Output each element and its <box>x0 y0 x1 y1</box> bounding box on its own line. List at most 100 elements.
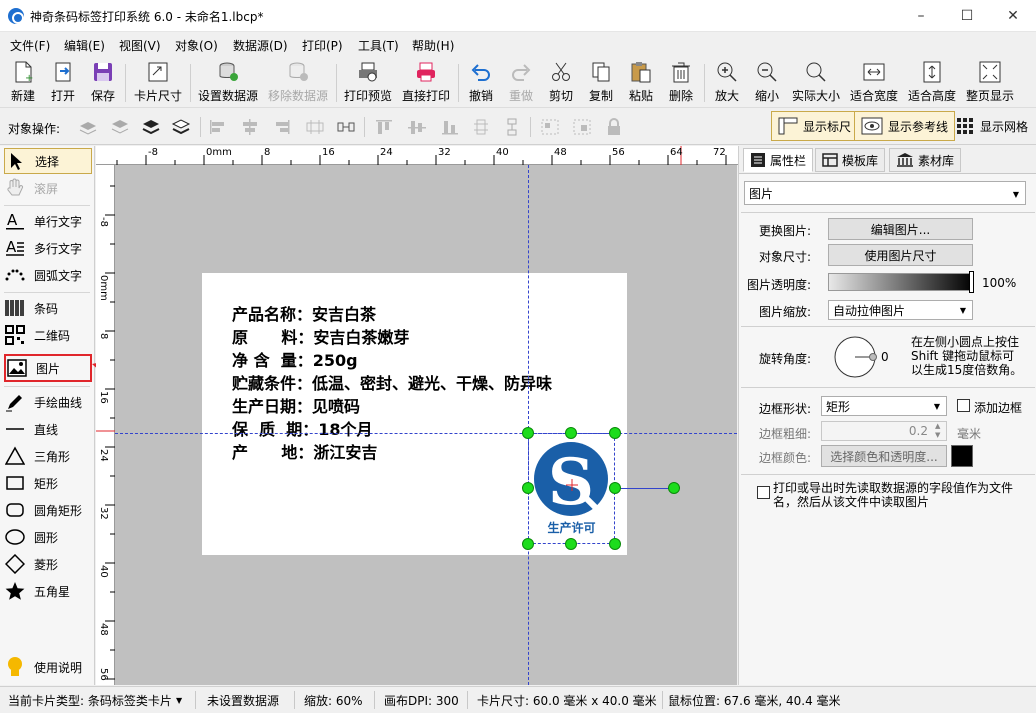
bring-to-front-icon[interactable] <box>141 118 161 136</box>
object-type-select[interactable]: 图片 ▼ <box>744 181 1026 205</box>
menu-file[interactable]: 文件(F) <box>10 37 50 54</box>
tool-line[interactable]: 直线 <box>4 416 92 442</box>
resize-handle-se[interactable] <box>609 538 621 550</box>
tool-triangle[interactable]: 三角形 <box>4 443 92 469</box>
set-datasource-button[interactable]: 设置数据源 <box>196 60 260 106</box>
maximize-button[interactable]: ☐ <box>944 0 990 32</box>
tool-star[interactable]: 五角星 <box>4 578 92 604</box>
send-to-back-icon[interactable] <box>171 118 191 136</box>
group-icon[interactable] <box>540 118 560 136</box>
bring-forward-icon[interactable] <box>78 118 98 136</box>
direct-print-button[interactable]: 直接打印 <box>400 60 452 106</box>
label-text-line[interactable]: 保 质 期：18个月 <box>232 416 373 440</box>
distribute-horizontal-icon[interactable] <box>305 118 325 136</box>
card-type-dropdown-icon[interactable]: ▼ <box>176 696 182 705</box>
align-bottom-icon[interactable] <box>440 118 460 136</box>
paste-button[interactable]: 粘贴 <box>626 60 656 106</box>
label-text-line[interactable]: 原 料：安吉白茶嫩芽 <box>232 324 409 348</box>
align-middle-icon[interactable] <box>407 118 427 136</box>
spinner-arrows-icon[interactable]: ▲ ▼ <box>935 422 940 440</box>
zoom-in-button[interactable]: 放大 <box>712 60 742 106</box>
fit-page-button[interactable]: 整页显示 <box>964 60 1016 106</box>
distribute-vertical-icon[interactable] <box>472 118 492 136</box>
label-text-line[interactable]: 净 含 量：250g <box>232 347 358 371</box>
align-center-icon[interactable] <box>240 118 260 136</box>
label-text-line[interactable]: 产 地：浙江安吉 <box>232 439 377 463</box>
menu-edit[interactable]: 编辑(E) <box>64 37 105 54</box>
resize-handle-e[interactable] <box>609 482 621 494</box>
tool-single-text[interactable]: A 单行文字 <box>4 208 92 234</box>
border-shape-select[interactable]: 矩形 ▼ <box>821 396 947 416</box>
cut-button[interactable]: 剪切 <box>546 60 576 106</box>
rotation-handle[interactable] <box>668 482 680 494</box>
close-button[interactable]: ✕ <box>990 0 1036 32</box>
tool-help[interactable]: 使用说明 <box>4 654 92 680</box>
tool-qrcode[interactable]: 二维码 <box>4 322 92 348</box>
tool-barcode[interactable]: 条码 <box>4 295 92 321</box>
align-top-icon[interactable] <box>374 118 394 136</box>
horizontal-guide-line[interactable] <box>115 433 737 434</box>
tool-rect[interactable]: 矩形 <box>4 470 92 496</box>
tab-properties[interactable]: 属性栏 <box>743 148 814 172</box>
copy-button[interactable]: 复制 <box>586 60 616 106</box>
menu-datasource[interactable]: 数据源(D) <box>233 37 288 54</box>
lock-icon[interactable] <box>604 118 624 136</box>
border-color-button[interactable]: 选择颜色和透明度... <box>821 445 947 467</box>
send-backward-icon[interactable] <box>110 118 130 136</box>
tool-arc-text[interactable]: 圆弧文字 <box>4 262 92 288</box>
tool-diamond[interactable]: 菱形 <box>4 551 92 577</box>
scaling-select[interactable]: 自动拉伸图片 ▼ <box>828 300 973 320</box>
tab-templates[interactable]: 模板库 <box>815 148 886 172</box>
remove-datasource-button[interactable]: 移除数据源 <box>266 60 330 106</box>
zoom-out-button[interactable]: 缩小 <box>752 60 782 106</box>
tool-multi-text[interactable]: A 多行文字 <box>4 235 92 261</box>
card-size-button[interactable]: 卡片尺寸 <box>132 60 184 106</box>
minimize-button[interactable]: – <box>898 0 944 32</box>
label-text-line[interactable]: 生产日期：见喷码 <box>232 393 360 417</box>
show-grid-toggle[interactable]: 显示网格 <box>956 111 1028 141</box>
fit-height-button[interactable]: 适合高度 <box>906 60 958 106</box>
same-width-icon[interactable] <box>336 118 356 136</box>
show-guides-toggle[interactable]: 显示参考线 <box>854 111 956 141</box>
tool-round-rect[interactable]: 圆角矩形 <box>4 497 92 523</box>
ungroup-icon[interactable] <box>572 118 592 136</box>
resize-handle-nw[interactable] <box>522 427 534 439</box>
tool-select[interactable]: 选择 <box>4 148 92 174</box>
transparency-slider-thumb[interactable] <box>969 271 974 293</box>
menu-print[interactable]: 打印(P) <box>302 37 343 54</box>
add-border-checkbox[interactable] <box>957 399 970 412</box>
resize-handle-ne[interactable] <box>609 427 621 439</box>
menu-object[interactable]: 对象(O) <box>175 37 218 54</box>
print-preview-button[interactable]: 打印预览 <box>342 60 394 106</box>
menu-tools[interactable]: 工具(T) <box>358 37 399 54</box>
tool-circle[interactable]: 圆形 <box>4 524 92 550</box>
tool-scroll[interactable]: 滚屏 <box>4 175 92 201</box>
tool-freehand[interactable]: 手绘曲线 <box>4 389 92 415</box>
tool-image[interactable]: 图片 <box>4 354 92 382</box>
rotation-dial[interactable] <box>833 336 881 378</box>
read-from-datasource-checkbox[interactable] <box>757 486 770 499</box>
show-ruler-toggle[interactable]: 显示标尺 <box>771 111 859 141</box>
resize-handle-sw[interactable] <box>522 538 534 550</box>
transparency-slider[interactable] <box>828 273 974 291</box>
new-button[interactable]: + 新建 <box>8 60 38 106</box>
same-height-icon[interactable] <box>503 118 523 136</box>
design-canvas[interactable]: 产品名称：安吉白茶 原 料：安吉白茶嫩芽 净 含 量：250g 贮藏条件：低温、… <box>115 165 737 685</box>
align-left-icon[interactable] <box>208 118 228 136</box>
vertical-guide-line[interactable] <box>528 165 529 685</box>
fit-width-button[interactable]: 适合宽度 <box>848 60 900 106</box>
undo-button[interactable]: 撤销 <box>466 60 496 106</box>
border-color-swatch[interactable] <box>951 445 973 467</box>
menu-help[interactable]: 帮助(H) <box>412 37 454 54</box>
use-image-size-button[interactable]: 使用图片尺寸 <box>828 244 973 266</box>
tab-materials[interactable]: 素材库 <box>889 148 962 172</box>
align-right-icon[interactable] <box>272 118 292 136</box>
redo-button[interactable]: 重做 <box>506 60 536 106</box>
delete-button[interactable]: 删除 <box>666 60 696 106</box>
resize-handle-n[interactable] <box>565 427 577 439</box>
label-text-line[interactable]: 产品名称：安吉白茶 <box>232 301 376 325</box>
border-width-input[interactable]: 0.2 <box>821 421 947 441</box>
save-button[interactable]: 保存 <box>88 60 118 106</box>
actual-size-button[interactable]: 实际大小 <box>790 60 842 106</box>
resize-handle-s[interactable] <box>565 538 577 550</box>
